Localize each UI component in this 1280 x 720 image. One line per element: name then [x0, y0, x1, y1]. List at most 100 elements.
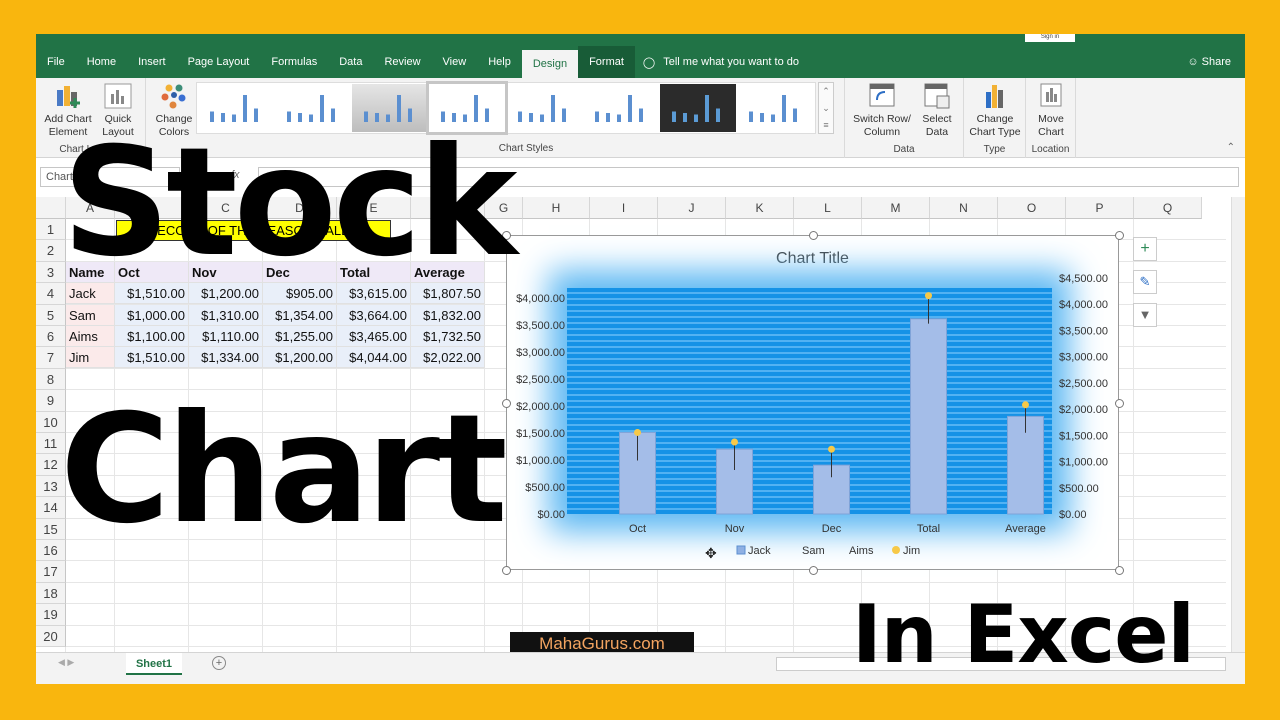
- chart-styles-brush-icon[interactable]: ✎: [1133, 270, 1157, 294]
- legend-swatch-jack: [736, 545, 746, 555]
- resize-handle[interactable]: [1115, 398, 1124, 408]
- column-header-i[interactable]: I: [590, 197, 658, 219]
- column-header-k[interactable]: K: [726, 197, 794, 219]
- sign-in-button[interactable]: Sign in: [1025, 34, 1075, 42]
- row-header-17[interactable]: 17: [36, 561, 66, 583]
- chart-object[interactable]: Chart Title $0.00 $500.00 $1,000.00 $1,500.…: [502, 231, 1124, 575]
- tab-insert[interactable]: Insert: [127, 46, 177, 78]
- cell-c7[interactable]: $1,334.00: [189, 347, 263, 369]
- select-data-button[interactable]: Select Data: [917, 82, 957, 139]
- y-right-tick-label: $3,500.00: [1059, 325, 1108, 337]
- change-chart-type-button[interactable]: Change Chart Type: [966, 82, 1024, 139]
- group-data: Switch Row/ Column Select Data Data: [844, 78, 964, 158]
- column-header-p[interactable]: P: [1066, 197, 1134, 219]
- cell-b7[interactable]: $1,510.00: [115, 347, 189, 369]
- column-header-l[interactable]: L: [794, 197, 862, 219]
- tab-format[interactable]: Format: [578, 46, 635, 78]
- cell-b5[interactable]: $1,000.00: [115, 304, 189, 326]
- resize-handle[interactable]: [1115, 566, 1124, 575]
- tab-help[interactable]: Help: [477, 46, 522, 78]
- chart-style-thumbnail[interactable]: [660, 84, 736, 132]
- tab-page-layout[interactable]: Page Layout: [177, 46, 261, 78]
- chart-filter-icon[interactable]: ▼: [1133, 303, 1157, 327]
- column-header-q[interactable]: Q: [1134, 197, 1202, 219]
- row-header-5[interactable]: 5: [36, 304, 66, 326]
- tab-review[interactable]: Review: [373, 46, 431, 78]
- column-header-n[interactable]: N: [930, 197, 998, 219]
- y-left-tick-label: $1,000.00: [516, 455, 565, 467]
- y-right-tick-label: $1,500.00: [1059, 430, 1108, 442]
- column-header-o[interactable]: O: [998, 197, 1066, 219]
- expand-gallery-icon[interactable]: ≡: [819, 117, 833, 134]
- cell-e5[interactable]: $3,664.00: [337, 304, 411, 326]
- marker-jim: [731, 438, 738, 446]
- y-left-tick-label: $2,000.00: [516, 401, 565, 413]
- chevron-down-icon[interactable]: ⌄: [819, 100, 833, 117]
- cell-b6[interactable]: $1,100.00: [115, 326, 189, 347]
- cell-c5[interactable]: $1,310.00: [189, 304, 263, 326]
- tab-design[interactable]: Design: [521, 50, 579, 78]
- marker-jim: [828, 445, 835, 453]
- y-left-tick-label: $1,500.00: [516, 428, 565, 440]
- resize-handle[interactable]: [502, 566, 511, 575]
- y-right-tick-label: $0.00: [1059, 509, 1087, 521]
- resize-handle[interactable]: [808, 231, 818, 240]
- tab-file[interactable]: File: [36, 46, 76, 78]
- row-header-20[interactable]: 20: [36, 625, 66, 647]
- thumb-bar: [628, 95, 632, 122]
- chart-style-thumbnail[interactable]: [506, 84, 582, 132]
- change-chart-type-icon: [980, 82, 1010, 110]
- column-header-h[interactable]: H: [523, 197, 590, 219]
- chart-elements-plus-icon[interactable]: +: [1133, 237, 1157, 261]
- legend-item-aims: Aims: [849, 545, 874, 557]
- thumb-bar: [562, 108, 566, 122]
- cell-a7[interactable]: Jim: [66, 347, 115, 369]
- thumb-bar: [716, 108, 720, 122]
- collapse-ribbon-icon[interactable]: ⌃: [1227, 142, 1235, 153]
- move-chart-button[interactable]: Move Chart: [1030, 82, 1072, 139]
- gallery-scroll[interactable]: ⌃ ⌄ ≡: [818, 82, 834, 134]
- cell-f7[interactable]: $2,022.00: [411, 347, 485, 369]
- y-left-tick-label: $500.00: [525, 482, 565, 494]
- add-sheet-icon[interactable]: +: [212, 656, 226, 670]
- tab-formulas[interactable]: Formulas: [260, 46, 328, 78]
- cell-a5[interactable]: Sam: [66, 304, 115, 326]
- cell-a6[interactable]: Aims: [66, 326, 115, 347]
- cell-f6[interactable]: $1,732.50: [411, 326, 485, 347]
- y-right-tick-label: $4,000.00: [1059, 299, 1108, 311]
- cell-d6[interactable]: $1,255.00: [263, 326, 337, 347]
- cell-e7[interactable]: $4,044.00: [337, 347, 411, 369]
- share-button[interactable]: ☺ Share: [1187, 46, 1231, 78]
- move-cursor-icon: ✥: [705, 545, 717, 561]
- group-label-location: Location: [1031, 144, 1070, 155]
- sheet-tab-sheet1[interactable]: Sheet1: [126, 653, 182, 675]
- tell-me-box[interactable]: ◯ Tell me what you want to do: [643, 56, 799, 69]
- vertical-scrollbar[interactable]: [1231, 197, 1245, 652]
- row-header-6[interactable]: 6: [36, 326, 66, 348]
- chart-style-thumbnail[interactable]: [583, 84, 659, 132]
- cell-d7[interactable]: $1,200.00: [263, 347, 337, 369]
- overlay-title-chart: Chart: [60, 383, 508, 557]
- row-header-7[interactable]: 7: [36, 347, 66, 369]
- resize-handle[interactable]: [1115, 231, 1124, 240]
- chart-style-thumbnail[interactable]: [737, 84, 813, 132]
- chevron-up-icon[interactable]: ⌃: [819, 83, 833, 100]
- cell-f5[interactable]: $1,832.00: [411, 304, 485, 326]
- sheet-nav-arrows[interactable]: ◀ ▶: [58, 657, 74, 668]
- column-header-m[interactable]: M: [862, 197, 930, 219]
- legend-swatch-jim: [892, 546, 900, 554]
- cell-d5[interactable]: $1,354.00: [263, 304, 337, 326]
- tab-data[interactable]: Data: [328, 46, 373, 78]
- switch-row-column-button[interactable]: Switch Row/ Column: [851, 82, 913, 139]
- tab-home[interactable]: Home: [76, 46, 127, 78]
- row-header-19[interactable]: 19: [36, 604, 66, 626]
- cell-c6[interactable]: $1,110.00: [189, 326, 263, 347]
- column-header-j[interactable]: J: [658, 197, 726, 219]
- gridline: [66, 581, 1226, 583]
- row-header-18[interactable]: 18: [36, 582, 66, 605]
- resize-handle[interactable]: [808, 566, 818, 575]
- lightbulb-icon: ◯: [642, 56, 656, 69]
- cell-e6[interactable]: $3,465.00: [337, 326, 411, 347]
- tab-view[interactable]: View: [432, 46, 478, 78]
- watermark: MahaGurus.com: [510, 632, 694, 652]
